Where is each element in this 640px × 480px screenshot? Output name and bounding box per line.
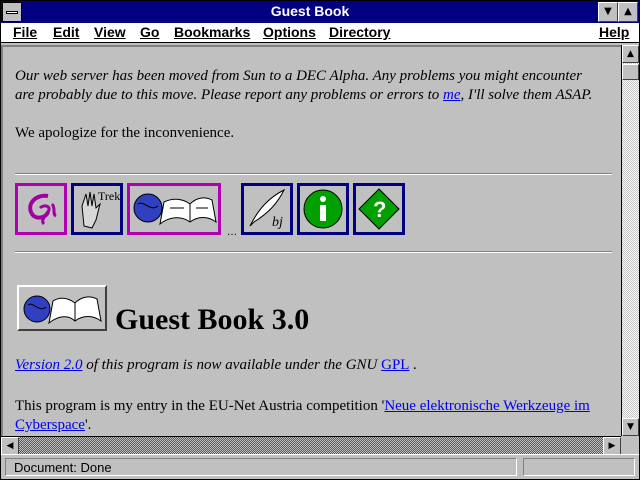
scroll-down-button[interactable]: ▼ <box>622 418 639 436</box>
minimize-button[interactable]: ▼ <box>598 2 618 22</box>
menu-directory[interactable]: Directory <box>329 24 390 40</box>
horizontal-scroll-track[interactable] <box>19 437 603 454</box>
svg-text:Trek: Trek <box>98 189 120 203</box>
system-menu-button[interactable] <box>2 2 22 22</box>
gpl-link[interactable]: GPL <box>381 357 409 373</box>
divider-top <box>15 173 612 175</box>
quill-icon[interactable]: bj <box>241 183 293 235</box>
info-icon[interactable] <box>297 183 349 235</box>
svg-text:bj: bj <box>272 215 283 230</box>
horizontal-scrollbar[interactable]: ◀ ▶ <box>1 436 621 455</box>
svg-text:?: ? <box>373 197 386 222</box>
star-trek-hand-icon[interactable]: Trek <box>71 183 123 235</box>
entry-text: This program is my entry in the EU-Net A… <box>15 398 590 433</box>
progress-indicator <box>523 458 635 476</box>
scroll-right-button[interactable]: ▶ <box>603 437 621 455</box>
menu-file[interactable]: File <box>13 24 37 40</box>
menu-view[interactable]: View <box>94 24 126 40</box>
page-title: Guest Book 3.0 <box>115 303 310 336</box>
scrollbar-corner <box>621 436 639 454</box>
vertical-scroll-track[interactable] <box>622 63 639 418</box>
divider-bottom <box>15 251 612 253</box>
toolbar-ellipsis: … <box>227 227 237 238</box>
scroll-left-button[interactable]: ◀ <box>1 437 19 455</box>
maximize-button[interactable]: ▲ <box>618 2 638 22</box>
version-link[interactable]: Version 2.0 <box>15 357 83 373</box>
title-bar: Guest Book ▼ ▲ <box>1 1 639 23</box>
status-text: Document: Done <box>5 458 517 476</box>
menu-options[interactable]: Options <box>263 24 316 40</box>
server-notice: Our web server has been moved from Sun t… <box>15 68 593 103</box>
version-line: Version 2.0 of this program is now avail… <box>15 357 417 373</box>
guest-book-logo <box>17 285 107 331</box>
menu-edit[interactable]: Edit <box>53 24 79 40</box>
window-title: Guest Book <box>270 3 350 19</box>
menu-help[interactable]: Help <box>599 24 629 40</box>
question-icon[interactable]: ? <box>353 183 405 235</box>
page-content: Our web server has been moved from Sun t… <box>1 45 621 436</box>
globe-book-icon[interactable] <box>127 183 221 235</box>
menu-go[interactable]: Go <box>140 24 159 40</box>
scroll-up-button[interactable]: ▲ <box>622 45 639 63</box>
cgi-icon[interactable] <box>15 183 67 235</box>
vertical-scrollbar[interactable]: ▲ ▼ <box>621 45 639 436</box>
apology-text: We apologize for the inconvenience. <box>15 125 235 141</box>
menu-bookmarks[interactable]: Bookmarks <box>174 24 250 40</box>
menu-bar: File Edit View Go Bookmarks Options Dire… <box>1 23 639 43</box>
page-body: Our web server has been moved from Sun t… <box>15 67 611 143</box>
browser-window: Guest Book ▼ ▲ File Edit View Go Bookmar… <box>0 0 640 480</box>
vertical-scroll-thumb[interactable] <box>622 64 639 80</box>
email-link[interactable]: me <box>443 87 461 103</box>
status-bar: Document: Done <box>1 454 639 479</box>
